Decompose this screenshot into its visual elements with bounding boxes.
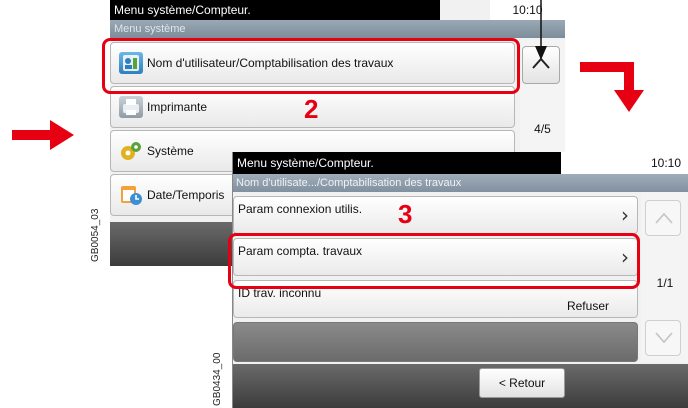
arrow-turn-down-icon [580, 56, 652, 119]
screen-title: Menu système/Compteur. [233, 152, 561, 174]
highlight-step2 [102, 38, 520, 94]
step-number-2: 2 [304, 94, 319, 124]
arrow-pointer-icon [534, 0, 548, 65]
scroll-up-button[interactable] [645, 200, 681, 236]
clock: 10:10 [490, 0, 565, 20]
footer-bar [233, 364, 688, 408]
scroll-down-button[interactable] [645, 320, 681, 356]
page-indicator: 1/1 [656, 276, 674, 290]
breadcrumb: Menu système [110, 20, 565, 38]
row-label: Param connexion utilis. [238, 202, 363, 216]
highlight-step3 [228, 233, 640, 289]
empty-row [233, 322, 638, 362]
menu-item-label: Imprimante [147, 100, 208, 114]
chevron-down-icon [654, 331, 674, 348]
arrow-right-icon [12, 120, 74, 153]
printer-icon [119, 96, 143, 118]
date-timer-icon [119, 184, 143, 206]
clock: 10:10 [561, 152, 688, 174]
menu-item-label: Système [147, 144, 194, 158]
chevron-right-icon: › [621, 203, 629, 227]
row-login-settings[interactable]: Param connexion utilis. › [233, 196, 638, 234]
menu-item-label: Date/Temporis [147, 188, 225, 202]
step-number-3: 3 [398, 199, 413, 229]
breadcrumb: Nom d'utilisate.../Comptabilisation des … [233, 174, 688, 192]
figure-code: GB0054_03 [90, 208, 101, 262]
row-value: Refuser [566, 299, 609, 313]
chevron-up-icon [654, 211, 674, 228]
screen-title: Menu système/Compteur. [110, 0, 440, 20]
back-button[interactable]: < Retour [479, 368, 565, 398]
system-icon [119, 140, 143, 162]
page-indicator: 4/5 [534, 122, 551, 136]
figure-code: GB0434_00 [212, 352, 223, 406]
